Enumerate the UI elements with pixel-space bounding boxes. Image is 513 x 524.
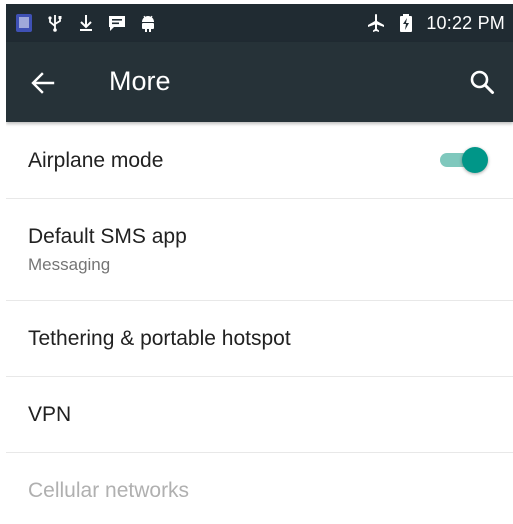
toggle-thumb xyxy=(462,147,488,173)
notification-icons xyxy=(14,11,158,35)
status-bar: 10:22 PM xyxy=(6,4,513,42)
vpn-row[interactable]: VPN xyxy=(6,377,513,453)
default-sms-app-label: Default SMS app xyxy=(28,225,187,248)
tethering-hotspot-label: Tethering & portable hotspot xyxy=(28,327,291,350)
airplane-mode-label: Airplane mode xyxy=(28,149,164,172)
status-time: 10:22 PM xyxy=(426,12,505,33)
phone-app-icon xyxy=(16,14,32,32)
system-icons: 10:22 PM xyxy=(366,11,505,35)
message-icon xyxy=(109,16,125,31)
page-title: More xyxy=(109,66,171,96)
airplane-icon xyxy=(368,14,385,32)
download-icon xyxy=(80,15,92,31)
usb-icon xyxy=(48,15,62,32)
arrow-left-icon[interactable] xyxy=(30,70,56,96)
default-sms-app-row[interactable]: Default SMS app Messaging xyxy=(6,199,513,301)
screen: 10:22 PM More Airplane mode Default SMS … xyxy=(6,4,513,524)
cellular-networks-label: Cellular networks xyxy=(28,479,190,502)
battery-icon xyxy=(400,14,413,32)
default-sms-app-value: Messaging xyxy=(28,255,111,274)
airplane-mode-row[interactable]: Airplane mode xyxy=(6,122,513,199)
settings-list: Airplane mode Default SMS app Messaging … xyxy=(6,122,513,523)
android-icon xyxy=(142,15,154,32)
airplane-mode-toggle[interactable] xyxy=(438,145,490,175)
vpn-label: VPN xyxy=(28,403,72,426)
tethering-hotspot-row[interactable]: Tethering & portable hotspot xyxy=(6,301,513,377)
search-icon[interactable] xyxy=(469,69,495,95)
app-bar: More xyxy=(6,42,513,122)
cellular-networks-row: Cellular networks xyxy=(6,453,513,523)
